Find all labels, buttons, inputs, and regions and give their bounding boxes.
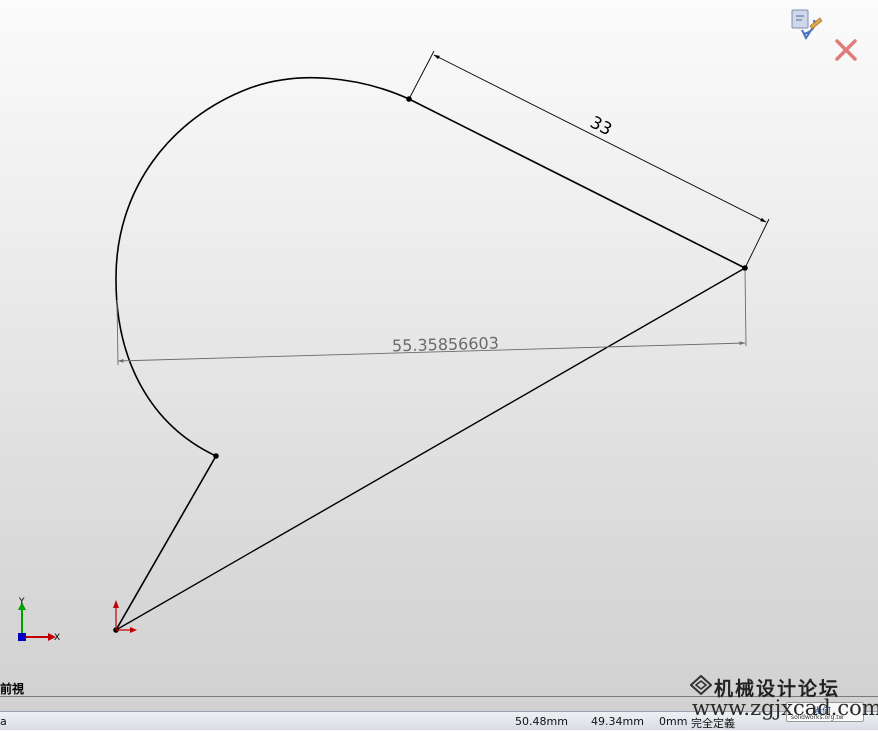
extension-line <box>408 50 435 100</box>
sketch-canvas[interactable]: 33 55.35856603 Y X <box>0 0 878 698</box>
close-icon[interactable] <box>835 39 857 61</box>
sketch-line-short[interactable] <box>115 455 217 631</box>
sketch-point[interactable] <box>213 453 219 459</box>
confirmation-corner <box>790 4 870 66</box>
axis-x-label: X <box>54 633 60 643</box>
dimension-55-text[interactable]: 55.35856603 <box>392 333 499 355</box>
status-bar: a 50.48mm 49.34mm 0mm 完全定義 <box>0 711 878 730</box>
divider <box>0 696 878 697</box>
sketch-origin-icon <box>113 600 137 633</box>
extension-line <box>744 269 747 347</box>
dimension-33[interactable]: 33 <box>408 50 770 269</box>
sketch-confirm-icon[interactable] <box>791 9 823 40</box>
status-z-coordinate: 0mm <box>659 715 688 728</box>
dimension-33-text[interactable]: 33 <box>587 113 615 141</box>
extension-line <box>744 218 770 269</box>
dimension-55[interactable]: 55.35856603 <box>116 269 747 366</box>
status-y-coordinate: 49.34mm <box>591 715 644 728</box>
graphics-viewport[interactable]: 33 55.35856603 Y X <box>0 0 878 698</box>
axis-triad-icon: Y X <box>18 597 60 643</box>
axis-y-label: Y <box>18 597 25 607</box>
view-orientation-label: 前視 <box>0 682 25 696</box>
status-left-fragment: a <box>0 715 7 728</box>
sketch-arc[interactable] <box>115 76 410 457</box>
dimension-line <box>433 54 767 223</box>
status-x-coordinate: 50.48mm <box>515 715 568 728</box>
sketch-line-top[interactable] <box>408 98 746 269</box>
sketch-line-long[interactable] <box>115 267 746 631</box>
